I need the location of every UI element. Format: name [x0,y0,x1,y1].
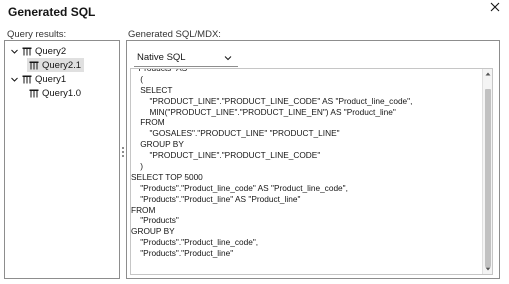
tree-node-label: Query1 [35,73,67,85]
query-results-tree: Query2 Query2.1 Query1 Query1.0 [4,40,120,279]
sql-code-area[interactable]: "Products" AS ( SELECT "PRODUCT_LINE"."P… [130,68,493,275]
sql-type-dropdown[interactable]: Native SQL [134,49,238,67]
sql-code-line: "Products" [131,215,179,226]
sql-code-line: "Products"."Product_line_code", [131,237,259,248]
sql-code-line: "PRODUCT_LINE"."PRODUCT_LINE_CODE" AS "P… [131,95,413,106]
chevron-down-icon[interactable] [10,75,19,84]
sql-code-line: SELECT TOP 5000 [131,171,203,182]
query-icon [22,47,32,56]
dropdown-value: Native SQL [137,52,186,63]
chevron-down-icon[interactable] [10,47,19,56]
sql-code-line: "Products"."Product_line" AS "Product_li… [131,193,301,204]
sql-code-lines: "Products" AS ( SELECT "PRODUCT_LINE"."P… [131,69,481,259]
sql-code-line: GROUP BY [131,226,175,237]
query-icon [29,61,39,70]
vertical-scrollbar[interactable] [482,69,492,274]
scrollbar-thumb[interactable] [485,89,491,267]
dialog-title: Generated SQL [8,5,96,19]
sql-code-line: "Products"."Product_line" [131,248,234,259]
tree-node-label: Query2 [35,45,67,57]
tree-node-label: Query1.0 [42,87,82,99]
tree-node-query1-0[interactable]: Query1.0 [29,86,81,100]
scroll-up-icon[interactable] [484,70,492,78]
chevron-down-icon [224,54,232,62]
sql-code-line: FROM [131,204,156,215]
generated-sql-label: Generated SQL/MDX: [128,29,221,40]
sql-code-line: "GOSALES"."PRODUCT_LINE" "PRODUCT_LINE" [131,128,340,139]
query-icon [29,89,39,98]
close-icon[interactable] [489,1,501,13]
query-icon [22,75,32,84]
tree-node-query1[interactable]: Query1 [10,72,66,86]
sql-code-line: "PRODUCT_LINE"."PRODUCT_LINE_CODE" [131,150,321,161]
sql-code-line: FROM [131,117,165,128]
scroll-down-icon[interactable] [484,265,492,273]
sql-code-line: GROUP BY [131,139,184,150]
sql-code-line: SELECT [131,84,173,95]
sql-code-line: ( [131,73,143,84]
sql-code-line: ) [131,161,143,172]
tree-node-query2-1[interactable]: Query2.1 [27,58,85,72]
generated-sql-panel: Native SQL "Products" AS ( SELECT "PRODU… [126,40,500,279]
sql-code-line: MIN("PRODUCT_LINE"."PRODUCT_LINE_EN") AS… [131,106,396,117]
splitter-handle[interactable] [121,147,125,159]
tree-node-query2[interactable]: Query2 [10,44,66,58]
query-results-label: Query results: [7,29,67,40]
tree-node-label: Query2.1 [42,59,82,71]
sql-code-line: "Products"."Product_line_code" AS "Produ… [131,182,348,193]
